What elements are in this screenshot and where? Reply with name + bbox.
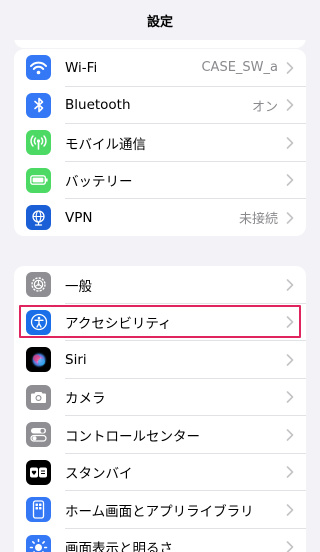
vpn-globe-icon	[26, 205, 51, 231]
row-label: 一般	[65, 278, 92, 295]
row-label: Bluetooth	[65, 97, 131, 114]
general-group: 一般 アクセシビリティ Siri カメラ コントロールセンター スタンバイ ホー…	[14, 266, 306, 552]
row-general[interactable]: 一般	[14, 266, 306, 304]
row-display-brightness[interactable]: 画面表示と明るさ	[14, 529, 306, 552]
row-camera[interactable]: カメラ	[14, 379, 306, 416]
bluetooth-icon	[26, 92, 51, 118]
row-label: アクセシビリティ	[65, 316, 172, 333]
cellular-icon	[26, 130, 51, 156]
chevron-right-icon	[286, 174, 294, 187]
wifi-icon	[26, 55, 51, 81]
row-accessibility[interactable]: アクセシビリティ	[14, 304, 306, 341]
page-title: 設定	[146, 14, 173, 30]
control-center-icon	[26, 422, 51, 448]
row-bluetooth[interactable]: Bluetooth オン	[14, 87, 306, 124]
row-cellular[interactable]: モバイル通信	[14, 124, 306, 162]
row-label: モバイル通信	[65, 136, 146, 153]
nav-bar: 設定	[0, 0, 320, 40]
row-label: スタンバイ	[65, 466, 133, 483]
row-label: Wi-Fi	[65, 59, 98, 76]
row-battery[interactable]: バッテリー	[14, 162, 306, 199]
row-label: コントロールセンター	[65, 428, 200, 445]
settings-content: Wi-Fi CASE_SW_a Bluetooth オン モバイル通信 バッテリ…	[0, 0, 320, 552]
accessibility-icon	[26, 309, 51, 335]
chevron-right-icon	[286, 61, 294, 74]
row-label: 画面表示と明るさ	[65, 541, 173, 552]
row-wifi[interactable]: Wi-Fi CASE_SW_a	[14, 49, 306, 87]
chevron-right-icon	[286, 428, 294, 441]
row-value: オン	[251, 99, 278, 115]
row-label: カメラ	[65, 391, 106, 408]
camera-icon	[26, 384, 51, 410]
row-home-screen[interactable]: ホーム画面とアプリライブラリ	[14, 491, 306, 529]
chevron-right-icon	[286, 136, 294, 149]
row-vpn[interactable]: VPN 未接続	[14, 199, 306, 236]
siri-icon	[26, 347, 51, 373]
chevron-right-icon	[286, 278, 294, 291]
connectivity-group: Wi-Fi CASE_SW_a Bluetooth オン モバイル通信 バッテリ…	[14, 49, 306, 236]
row-label: Siri	[65, 351, 87, 368]
chevron-right-icon	[286, 391, 294, 404]
row-value: 未接続	[238, 212, 278, 228]
standby-icon	[26, 459, 51, 485]
home-screen-icon	[26, 497, 51, 523]
chevron-right-icon	[286, 99, 294, 112]
gear-icon	[26, 272, 51, 298]
chevron-right-icon	[286, 316, 294, 329]
row-label: VPN	[65, 209, 93, 226]
row-value: CASE_SW_a	[201, 60, 278, 76]
brightness-icon	[26, 534, 51, 552]
row-label: ホーム画面とアプリライブラリ	[65, 503, 254, 520]
row-standby[interactable]: スタンバイ	[14, 454, 306, 491]
chevron-right-icon	[286, 503, 294, 516]
row-control-center[interactable]: コントロールセンター	[14, 416, 306, 454]
row-label: バッテリー	[65, 174, 133, 191]
row-siri[interactable]: Siri	[14, 341, 306, 379]
battery-icon	[26, 167, 51, 193]
chevron-right-icon	[286, 466, 294, 479]
chevron-right-icon	[286, 541, 294, 552]
chevron-right-icon	[286, 211, 294, 224]
chevron-right-icon	[286, 353, 294, 366]
